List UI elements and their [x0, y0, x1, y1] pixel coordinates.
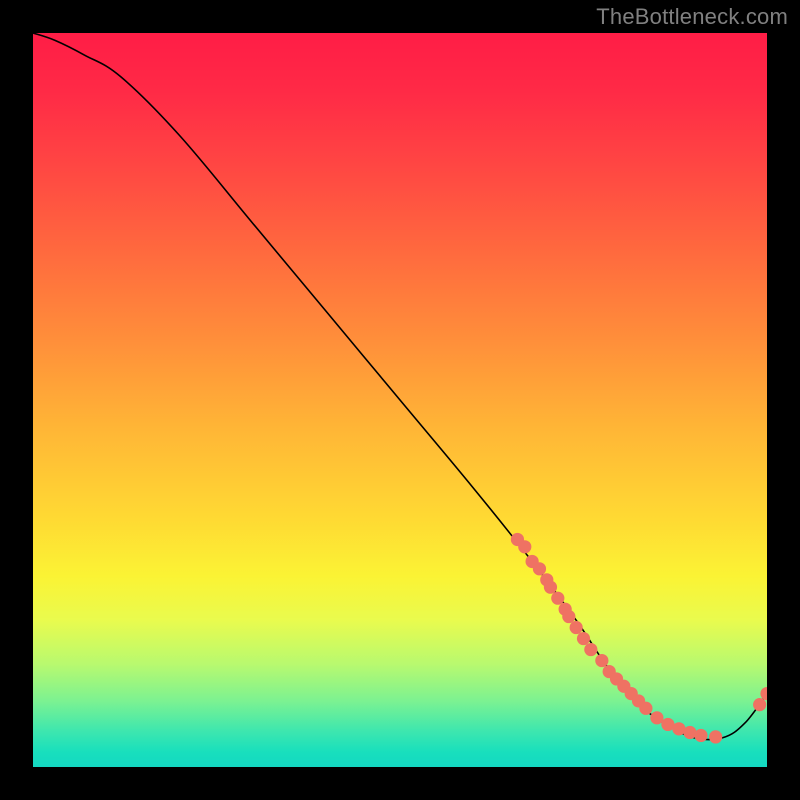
plot-area	[33, 33, 767, 767]
watermark-text: TheBottleneck.com	[596, 4, 788, 30]
scatter-dot	[562, 610, 575, 623]
scatter-dot	[709, 730, 722, 743]
scatter-dot	[639, 702, 652, 715]
scatter-dot	[584, 643, 597, 656]
scatter-dot	[650, 711, 663, 724]
scatter-dot	[577, 632, 590, 645]
scatter-dot	[551, 592, 564, 605]
chart-frame: TheBottleneck.com	[0, 0, 800, 800]
scatter-dot	[570, 621, 583, 634]
scatter-dot	[760, 687, 767, 700]
scatter-dot	[694, 729, 707, 742]
scatter-dot	[753, 698, 766, 711]
scatter-dot	[533, 562, 546, 575]
main-curve	[33, 33, 767, 740]
scatter-group	[511, 533, 767, 744]
scatter-dot	[518, 540, 531, 553]
scatter-dot	[595, 654, 608, 667]
chart-svg	[33, 33, 767, 767]
scatter-dot	[544, 581, 557, 594]
